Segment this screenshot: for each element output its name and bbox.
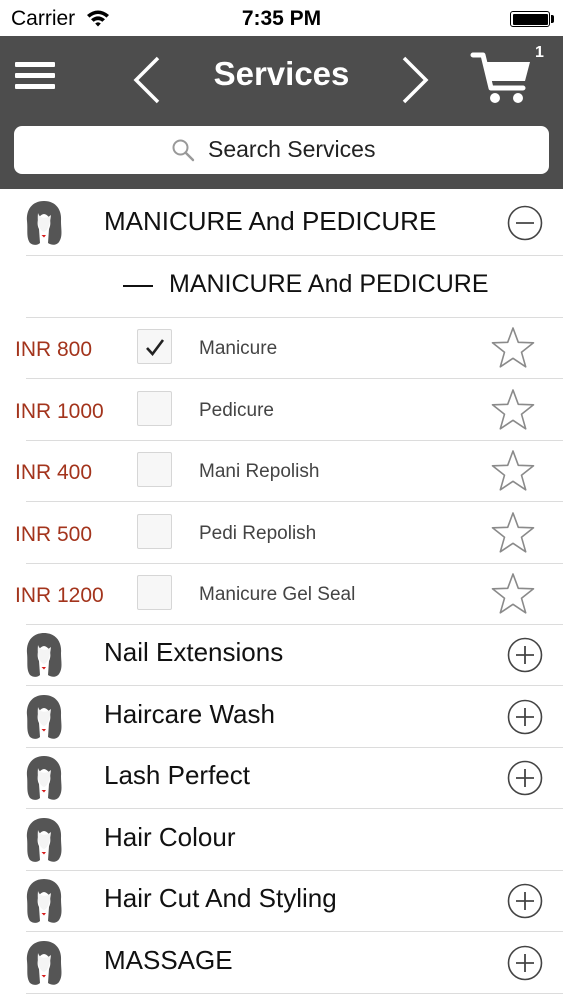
category-label: MASSAGE bbox=[104, 944, 233, 975]
service-checkbox[interactable] bbox=[137, 513, 172, 549]
service-name: Manicure Gel Seal bbox=[199, 584, 356, 605]
category-label: Lash Perfect bbox=[104, 760, 250, 790]
service-row[interactable]: INR 400 Mani Repolish bbox=[0, 441, 563, 502]
service-checkbox[interactable] bbox=[137, 452, 172, 487]
category-label: MANICURE And PEDICURE bbox=[104, 206, 437, 236]
subcategory-label: MANICURE And PEDICURE bbox=[169, 270, 489, 298]
search-placeholder: Search Services bbox=[208, 136, 376, 162]
category-row[interactable]: Nail Extensions bbox=[0, 625, 563, 686]
expand-plus-icon[interactable] bbox=[507, 699, 543, 735]
favorite-star-icon[interactable] bbox=[490, 448, 536, 492]
woman-avatar-icon bbox=[26, 940, 62, 985]
cart-icon[interactable] bbox=[470, 50, 534, 108]
category-row[interactable]: Lash Perfect bbox=[0, 748, 563, 809]
status-bar: Carrier 7:35 PM bbox=[0, 0, 563, 36]
expand-plus-icon[interactable] bbox=[507, 883, 543, 919]
category-row[interactable]: MASSAGE bbox=[0, 933, 563, 994]
category-row-expanded[interactable]: MANICURE And PEDICURE bbox=[0, 190, 563, 256]
service-row[interactable]: INR 800 Manicure bbox=[0, 318, 563, 379]
service-row[interactable]: INR 500 Pedi Repolish bbox=[0, 503, 563, 564]
favorite-star-icon[interactable] bbox=[490, 510, 536, 554]
service-price: INR 1000 bbox=[15, 399, 104, 423]
service-name: Pedi Repolish bbox=[199, 522, 317, 544]
service-name: Mani Repolish bbox=[199, 461, 320, 482]
next-arrow-icon[interactable] bbox=[396, 54, 436, 106]
woman-avatar-icon bbox=[26, 817, 62, 862]
clock: 7:35 PM bbox=[241, 7, 322, 30]
battery-icon bbox=[510, 11, 550, 27]
service-price: INR 800 bbox=[15, 338, 93, 361]
checkmark-icon bbox=[146, 339, 165, 356]
woman-avatar-icon bbox=[26, 694, 62, 739]
category-row[interactable]: Haircare Wash bbox=[0, 687, 563, 748]
battery-tip bbox=[551, 15, 554, 23]
service-checkbox[interactable] bbox=[137, 575, 172, 610]
search-icon bbox=[172, 139, 195, 162]
category-row[interactable]: Hair Colour bbox=[0, 810, 563, 871]
favorite-star-icon[interactable] bbox=[490, 571, 536, 615]
dash-icon bbox=[123, 285, 153, 287]
woman-avatar-icon bbox=[26, 633, 62, 677]
service-name: Manicure bbox=[199, 338, 278, 359]
service-price: INR 1200 bbox=[15, 584, 104, 607]
service-checkbox[interactable] bbox=[137, 390, 172, 426]
expand-plus-icon[interactable] bbox=[507, 945, 543, 981]
category-label: Hair Colour bbox=[104, 821, 236, 852]
cart-count-badge: 1 bbox=[535, 44, 544, 61]
collapse-minus-icon[interactable] bbox=[507, 205, 543, 241]
service-row[interactable]: INR 1000 Pedicure bbox=[0, 380, 563, 441]
favorite-star-icon[interactable] bbox=[490, 387, 536, 431]
category-label: Nail Extensions bbox=[104, 637, 284, 667]
woman-avatar-icon bbox=[26, 879, 62, 923]
category-label: Haircare Wash bbox=[104, 698, 275, 729]
expand-plus-icon[interactable] bbox=[507, 637, 543, 673]
row-divider bbox=[26, 992, 563, 994]
subcategory-header: MANICURE And PEDICURE bbox=[0, 256, 563, 318]
service-price: INR 400 bbox=[15, 461, 93, 484]
category-label: Hair Cut And Styling bbox=[104, 883, 337, 913]
expand-plus-icon[interactable] bbox=[507, 760, 543, 796]
woman-avatar-icon bbox=[26, 201, 62, 245]
woman-avatar-icon bbox=[26, 756, 62, 800]
favorite-star-icon[interactable] bbox=[490, 325, 536, 369]
service-checkbox[interactable] bbox=[137, 329, 172, 364]
service-name: Pedicure bbox=[199, 399, 274, 421]
service-row[interactable]: INR 1200 Manicure Gel Seal bbox=[0, 564, 563, 625]
service-price: INR 500 bbox=[15, 522, 93, 546]
category-row[interactable]: Hair Cut And Styling bbox=[0, 871, 563, 932]
